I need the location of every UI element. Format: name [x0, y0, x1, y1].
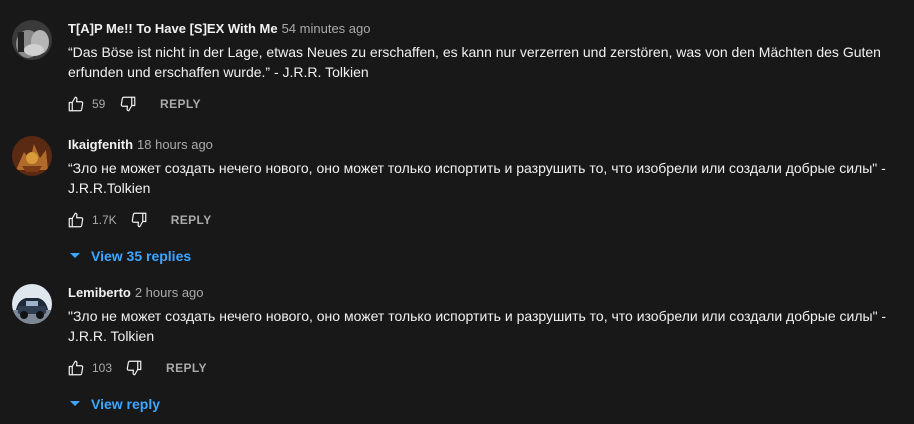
- comment-time[interactable]: 54 minutes ago: [282, 21, 371, 36]
- reply-button[interactable]: REPLY: [160, 353, 213, 383]
- comment-body: Ikaigfenith 18 hours ago “Зло не может со…: [68, 136, 902, 274]
- view-replies-label: View reply: [91, 396, 161, 412]
- comment-actions: 1.7K REPLY: [60, 204, 902, 236]
- comment-author[interactable]: Lemiberto: [68, 285, 131, 300]
- view-replies-button[interactable]: View reply: [65, 386, 902, 422]
- view-replies-label: View 35 replies: [91, 248, 192, 264]
- like-button[interactable]: [60, 88, 92, 120]
- reply-button[interactable]: REPLY: [165, 205, 218, 235]
- comment-text: “Das Böse ist nicht in der Lage, etwas N…: [68, 44, 881, 80]
- like-count: 1.7K: [92, 213, 117, 227]
- like-count: 103: [92, 361, 113, 375]
- comment-body: T[A]P Me!! To Have [S]EX With Me 54 minut…: [68, 20, 902, 120]
- thumbs-up-icon: [68, 212, 84, 228]
- comment-author[interactable]: T[A]P Me!! To Have [S]EX With Me: [68, 21, 278, 36]
- comment-header: Ikaigfenith 18 hours ago: [68, 136, 902, 154]
- like-button[interactable]: [60, 352, 92, 384]
- view-replies-button[interactable]: View 35 replies: [65, 238, 902, 274]
- comment-actions: 59 REPLY: [60, 88, 902, 120]
- caret-down-icon: [65, 246, 85, 266]
- comment-author[interactable]: Ikaigfenith: [68, 137, 133, 152]
- thumbs-up-icon: [68, 96, 84, 112]
- comment-text: "Зло не может создать нечего нового, оно…: [68, 308, 887, 344]
- comment-header: T[A]P Me!! To Have [S]EX With Me 54 minut…: [68, 20, 902, 38]
- avatar[interactable]: [12, 136, 52, 176]
- comment-header: Lemiberto 2 hours ago: [68, 284, 902, 302]
- thumbs-down-icon: [126, 360, 142, 376]
- dislike-button[interactable]: [118, 352, 150, 384]
- thumbs-down-icon: [131, 212, 147, 228]
- dislike-button[interactable]: [123, 204, 155, 236]
- comment-time[interactable]: 2 hours ago: [135, 285, 204, 300]
- comment-text: “Зло не может создать нечего нового, оно…: [68, 160, 886, 196]
- like-count: 59: [92, 97, 106, 111]
- caret-down-icon: [65, 394, 85, 414]
- avatar[interactable]: [12, 20, 52, 60]
- avatar[interactable]: [12, 284, 52, 324]
- thumbs-up-icon: [68, 360, 84, 376]
- like-button[interactable]: [60, 204, 92, 236]
- thumbs-down-icon: [120, 96, 136, 112]
- dislike-button[interactable]: [112, 88, 144, 120]
- reply-button[interactable]: REPLY: [154, 89, 207, 119]
- comment-body: Lemiberto 2 hours ago "Зло не может созда…: [68, 284, 902, 422]
- comment-time[interactable]: 18 hours ago: [137, 137, 213, 152]
- comment-actions: 103 REPLY: [60, 352, 902, 384]
